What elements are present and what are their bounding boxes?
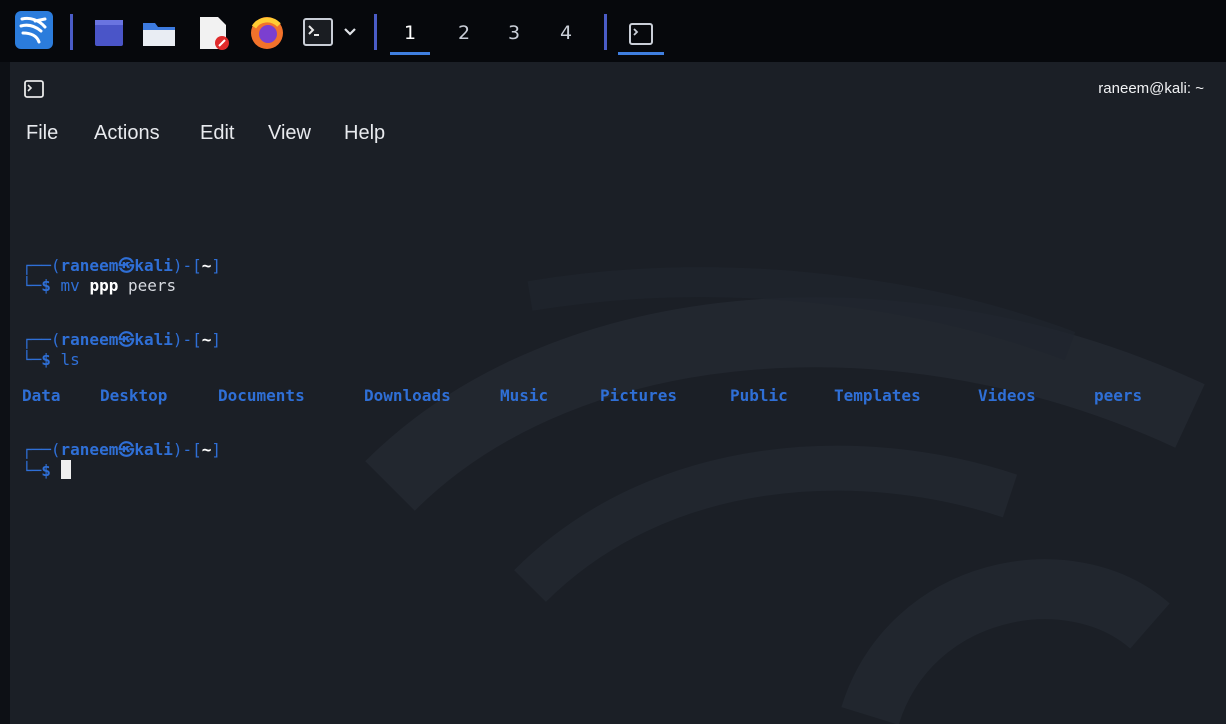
menu-help[interactable]: Help bbox=[344, 122, 385, 145]
command-arg: ppp bbox=[89, 276, 119, 295]
window-title: raneem@kali: ~ bbox=[1098, 80, 1204, 97]
command-line: └─$ ls bbox=[22, 350, 80, 369]
taskbar: 1 2 3 4 bbox=[0, 0, 1226, 62]
ls-output: Data Desktop Documents Downloads Music P… bbox=[22, 386, 1222, 410]
text-editor-launcher[interactable] bbox=[196, 14, 232, 52]
ls-entry: Videos bbox=[978, 386, 1036, 405]
kali-dragon-icon bbox=[15, 11, 53, 49]
ls-entry: Desktop bbox=[100, 386, 168, 405]
command-line: └─$ bbox=[22, 460, 71, 480]
ls-entry: Data bbox=[22, 386, 61, 405]
workspace-2-button[interactable]: 2 bbox=[444, 16, 484, 52]
terminal-window-icon bbox=[629, 23, 653, 45]
taskbar-separator bbox=[374, 14, 377, 50]
window-titlebar[interactable]: raneem@kali: ~ bbox=[10, 62, 1226, 114]
menu-edit[interactable]: Edit bbox=[200, 122, 234, 145]
ls-entry: peers bbox=[1094, 386, 1143, 405]
chevron-down-icon bbox=[344, 28, 356, 36]
terminal-icon bbox=[303, 18, 333, 46]
taskbar-separator bbox=[604, 14, 607, 50]
terminal-window: raneem@kali: ~ File Actions Edit View He… bbox=[10, 62, 1226, 724]
prompt-host: kali bbox=[134, 256, 173, 275]
terminal-app-icon bbox=[24, 80, 44, 98]
prompt-user: raneem bbox=[60, 256, 119, 275]
ls-entry: Pictures bbox=[600, 386, 678, 405]
command-arg: peers bbox=[118, 276, 177, 295]
firefox-launcher[interactable] bbox=[248, 14, 286, 52]
kali-menu-button[interactable] bbox=[14, 10, 54, 50]
menu-view[interactable]: View bbox=[268, 122, 311, 145]
show-desktop-button[interactable] bbox=[92, 16, 126, 50]
taskbar-separator bbox=[70, 14, 73, 50]
terminal-content[interactable]: ┌──(raneem㉿kali)-[~] └─$ mv ppp peers ┌─… bbox=[10, 156, 1226, 724]
ls-entry: Documents bbox=[218, 386, 305, 405]
file-manager-launcher[interactable] bbox=[140, 16, 178, 50]
ls-entry: Music bbox=[500, 386, 549, 405]
desktop-icon bbox=[95, 20, 123, 46]
folder-icon bbox=[143, 23, 175, 46]
terminal-launcher[interactable] bbox=[302, 16, 334, 48]
command-name: mv bbox=[60, 276, 80, 295]
prompt-path: ~ bbox=[201, 256, 212, 275]
menu-file[interactable]: File bbox=[26, 122, 58, 145]
terminal-launcher-menu-button[interactable] bbox=[338, 18, 362, 46]
prompt-line: ┌──(raneem㉿kali)-[~] bbox=[22, 330, 222, 349]
firefox-icon bbox=[251, 17, 283, 49]
ls-entry: Templates bbox=[834, 386, 921, 405]
workspace-1-button[interactable]: 1 bbox=[390, 16, 430, 55]
workspace-3-button[interactable]: 3 bbox=[494, 16, 534, 52]
ls-entry: Public bbox=[730, 386, 788, 405]
menu-bar: File Actions Edit View Help bbox=[10, 114, 1226, 156]
workspace-4-button[interactable]: 4 bbox=[546, 16, 586, 52]
command-name: ls bbox=[60, 350, 80, 369]
text-editor-icon bbox=[200, 17, 229, 50]
text-cursor[interactable] bbox=[60, 460, 71, 479]
ls-entry: Downloads bbox=[364, 386, 451, 405]
menu-actions[interactable]: Actions bbox=[94, 122, 160, 145]
command-line: └─$ mv ppp peers bbox=[22, 276, 177, 295]
prompt-line: ┌──(raneem㉿kali)-[~] bbox=[22, 440, 222, 459]
taskbar-window-terminal[interactable] bbox=[618, 16, 664, 55]
prompt-line: ┌──(raneem㉿kali)-[~] bbox=[22, 256, 222, 275]
